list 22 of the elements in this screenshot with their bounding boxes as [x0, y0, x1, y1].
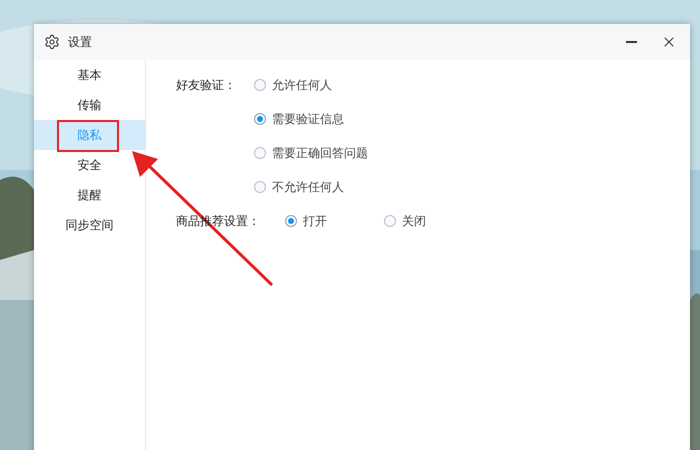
sidebar-item[interactable]: 同步空间: [34, 210, 145, 240]
sidebar-item[interactable]: 安全: [34, 150, 145, 180]
field-label: 好友验证：: [176, 77, 237, 94]
radio-button[interactable]: [254, 79, 266, 91]
sidebar-item[interactable]: 提醒: [34, 180, 145, 210]
radio-button[interactable]: [254, 181, 266, 193]
highlight-frame: [57, 120, 119, 152]
option-label: 需要验证信息: [272, 110, 344, 128]
settings-icon: [44, 34, 60, 50]
sidebar-item[interactable]: 基本: [34, 60, 145, 90]
option-label: 打开: [303, 212, 327, 230]
sidebar-item[interactable]: 传输: [34, 90, 145, 120]
option-label: 需要正确回答问题: [272, 144, 368, 162]
radio-button[interactable]: [285, 215, 297, 227]
option-label: 不允许任何人: [272, 178, 344, 196]
minimize-icon: [626, 41, 636, 43]
radio-button[interactable]: [254, 113, 266, 125]
radio-button[interactable]: [384, 215, 396, 227]
radio-button[interactable]: [254, 147, 266, 159]
option-label: 关闭: [402, 212, 426, 230]
option-label: 允许任何人: [272, 76, 332, 94]
window-title: 设置: [68, 34, 93, 50]
